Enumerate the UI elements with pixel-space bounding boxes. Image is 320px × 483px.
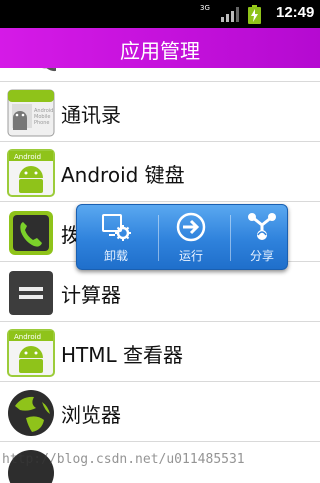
page-title: 应用管理 — [120, 39, 200, 63]
list-item[interactable] — [0, 68, 320, 82]
uninstall-label: 卸载 — [103, 249, 128, 263]
list-item-label: HTML 查看器 — [61, 343, 184, 367]
signal-strength-icon — [221, 7, 239, 22]
android-robot-icon: Android — [7, 149, 55, 197]
run-arrow-icon — [176, 212, 206, 242]
list-item-label: 计算器 — [61, 283, 121, 307]
list-item[interactable]: Android HTML 查看器 — [0, 322, 320, 382]
run-label: 运行 — [178, 249, 203, 263]
list-item[interactable]: Android Android 键盘 — [0, 142, 320, 202]
list-item[interactable]: Android Mobile Phone 通讯录 — [0, 82, 320, 142]
partial-app-icon — [42, 68, 56, 72]
watermark: http://blog.csdn.net/u011485531 — [2, 452, 245, 467]
svg-text:Android: Android — [14, 333, 41, 341]
globe-icon — [8, 390, 54, 436]
svg-text:Android: Android — [14, 153, 41, 161]
title-bar: 应用管理 — [0, 28, 320, 68]
uninstall-icon — [102, 214, 131, 241]
android-robot-icon: Android — [7, 329, 55, 377]
battery-icon — [248, 5, 261, 24]
run-button[interactable]: 运行 — [156, 205, 226, 269]
svg-text:Phone: Phone — [34, 120, 50, 126]
list-item[interactable]: 计算器 — [0, 262, 320, 322]
list-item-label: Android 键盘 — [61, 163, 185, 187]
quick-action-popup: 卸载 运行 分享 — [76, 204, 288, 270]
list-item[interactable]: 浏览器 — [0, 382, 320, 442]
share-label: 分享 — [249, 249, 274, 263]
calculator-icon — [9, 271, 53, 315]
share-button[interactable]: 分享 — [227, 205, 297, 269]
list-item-label: 浏览器 — [61, 403, 121, 427]
network-type-indicator: 3G — [200, 4, 210, 12]
uninstall-button[interactable]: 卸载 — [81, 205, 151, 269]
status-bar: 3G 12:49 — [0, 0, 320, 28]
app-list[interactable]: Android Mobile Phone 通讯录 Android Android… — [0, 68, 320, 483]
status-clock: 12:49 — [276, 4, 315, 21]
phone-icon — [9, 211, 53, 255]
android-robot-icon: Android Mobile Phone — [7, 89, 55, 137]
list-item-label: 通讯录 — [61, 103, 121, 127]
share-icon — [248, 213, 276, 240]
